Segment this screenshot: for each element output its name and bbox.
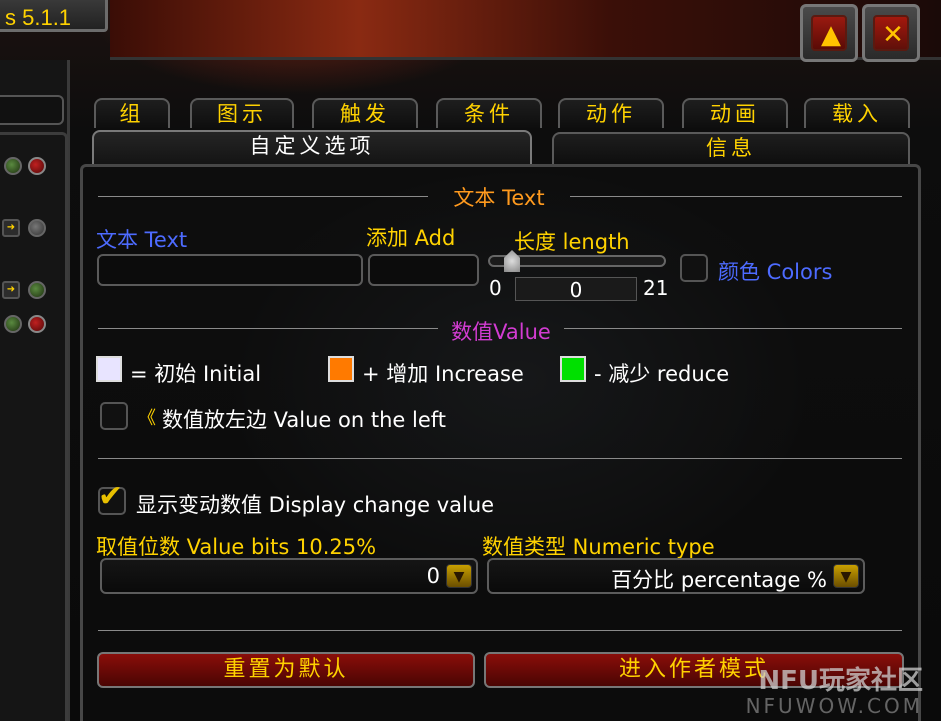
text-section-title: 文本 Text bbox=[453, 186, 545, 210]
numeric-type-label: 数值类型 Numeric type bbox=[482, 535, 715, 559]
reset-default-button[interactable]: 重置为默认 bbox=[97, 652, 475, 688]
version-label: s 5.1.1 bbox=[0, 0, 108, 32]
text-input[interactable] bbox=[97, 254, 363, 286]
left-arrow-icon: 《 bbox=[138, 408, 156, 429]
tab-display[interactable]: 图示 bbox=[190, 98, 294, 128]
tab-information[interactable]: 信息 bbox=[552, 132, 910, 164]
add-label: 添加 Add bbox=[366, 226, 456, 250]
divider bbox=[98, 196, 428, 197]
close-button[interactable]: ✕ bbox=[862, 4, 920, 62]
collapse-button[interactable]: ▲ bbox=[800, 4, 858, 62]
divider bbox=[98, 328, 438, 329]
tab-group[interactable]: 组 bbox=[94, 98, 170, 128]
display-change-label: 显示变动数值 Display change value bbox=[136, 493, 495, 517]
divider bbox=[564, 328, 902, 329]
add-input[interactable] bbox=[368, 254, 479, 286]
numeric-type-dropdown[interactable]: 百分比 percentage % ▼ bbox=[487, 558, 865, 594]
options-panel bbox=[80, 164, 921, 721]
length-min: 0 bbox=[489, 276, 502, 300]
left-search-input[interactable] bbox=[0, 95, 64, 125]
initial-label: = 初始 Initial bbox=[130, 362, 262, 386]
value-section-title: 数值Value bbox=[451, 320, 551, 344]
text-label: 文本 Text bbox=[96, 228, 188, 252]
increase-label: + 增加 Increase bbox=[362, 362, 524, 386]
increase-color-swatch[interactable] bbox=[328, 356, 354, 382]
divider bbox=[570, 196, 902, 197]
initial-color-swatch[interactable] bbox=[96, 356, 122, 382]
arrow-icon[interactable]: ➜ bbox=[2, 219, 20, 237]
reduce-label: - 减少 reduce bbox=[594, 362, 730, 386]
display-change-checkbox[interactable]: ✔ bbox=[98, 479, 126, 515]
length-max: 21 bbox=[643, 276, 669, 300]
watermark-url: NFUWOW.COM bbox=[745, 694, 923, 718]
reduce-color-swatch[interactable] bbox=[560, 356, 586, 382]
value-left-checkbox[interactable] bbox=[100, 402, 128, 430]
load-icon[interactable] bbox=[28, 281, 46, 299]
value-left-label: 数值放左边 Value on the left bbox=[162, 408, 447, 432]
aura-list: ➜ ➜ bbox=[0, 132, 68, 721]
divider bbox=[98, 630, 902, 631]
tab-animations[interactable]: 动画 bbox=[682, 98, 788, 128]
value-bits-dropdown[interactable]: 0 ▼ bbox=[100, 558, 478, 594]
tab-actions[interactable]: 动作 bbox=[558, 98, 664, 128]
colors-checkbox[interactable] bbox=[680, 254, 708, 282]
length-label: 长度 length bbox=[514, 230, 630, 254]
watermark-logo: NFU玩家社区 bbox=[758, 666, 923, 696]
value-bits-label: 取值位数 Value bits 10.25% bbox=[96, 535, 377, 559]
load-icon[interactable] bbox=[4, 157, 22, 175]
collapse-icon: ▲ bbox=[821, 20, 841, 50]
chevron-down-icon[interactable]: ▼ bbox=[446, 564, 472, 588]
remove-icon[interactable] bbox=[28, 157, 46, 175]
tab-load[interactable]: 载入 bbox=[804, 98, 910, 128]
check-icon: ✔ bbox=[98, 479, 124, 514]
chevron-down-icon[interactable]: ▼ bbox=[833, 564, 859, 588]
value-bits-value: 0 bbox=[426, 564, 440, 588]
close-icon: ✕ bbox=[882, 20, 904, 50]
remove-icon[interactable] bbox=[28, 315, 46, 333]
tab-custom-options[interactable]: 自定义选项 bbox=[92, 130, 532, 164]
tab-trigger[interactable]: 触发 bbox=[312, 98, 418, 128]
divider bbox=[98, 458, 902, 459]
load-icon[interactable] bbox=[4, 315, 22, 333]
arrow-icon[interactable]: ➜ bbox=[2, 281, 20, 299]
numeric-type-value: 百分比 percentage % bbox=[611, 568, 827, 592]
disabled-icon[interactable] bbox=[28, 219, 46, 237]
colors-label: 颜色 Colors bbox=[718, 260, 833, 284]
length-value-input[interactable]: 0 bbox=[515, 277, 637, 302]
tab-conditions[interactable]: 条件 bbox=[436, 98, 542, 128]
